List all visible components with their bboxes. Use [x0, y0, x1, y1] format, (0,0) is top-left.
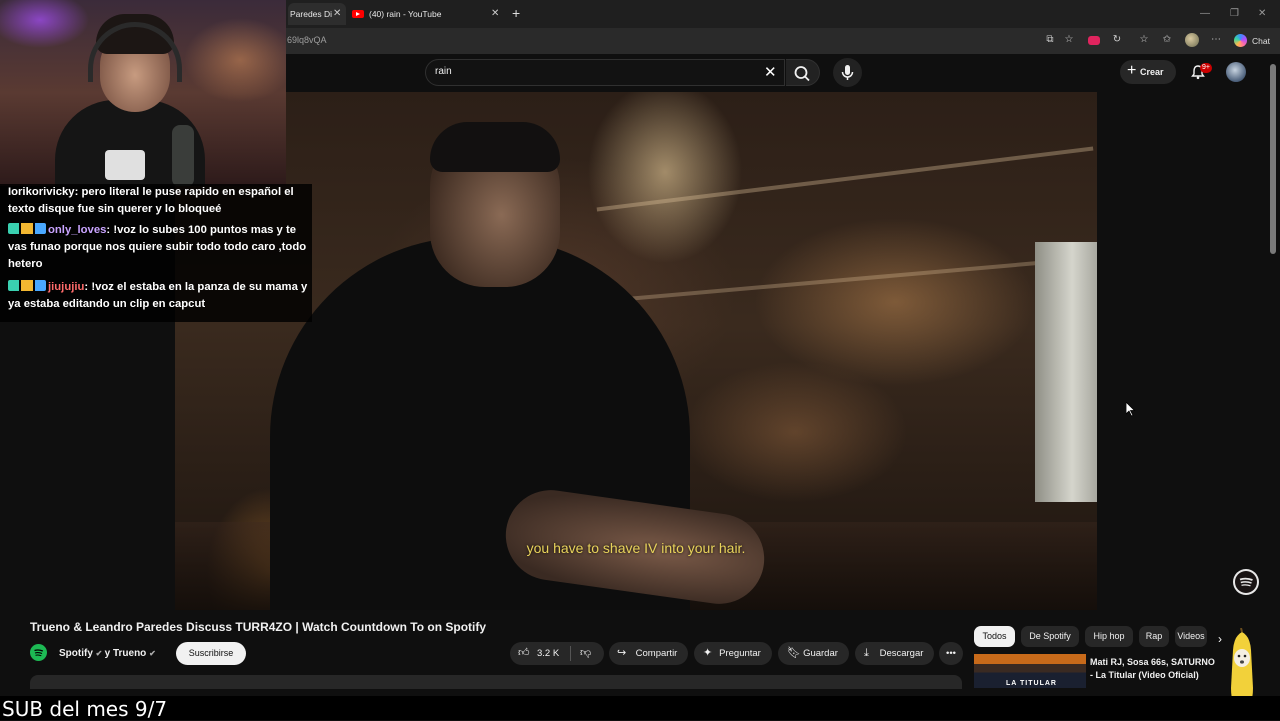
- ask-label: Preguntar: [719, 648, 761, 659]
- chip-rap[interactable]: Rap: [1139, 626, 1169, 647]
- recommendation-title[interactable]: Mati RJ, Sosa 66s, SATURNO - La Titular …: [1090, 656, 1220, 682]
- chip-hip-hop[interactable]: Hip hop: [1085, 626, 1133, 647]
- stream-footer-bar: [0, 696, 1280, 720]
- thumbs-down-icon[interactable]: 👎︎: [580, 642, 591, 665]
- minimize-button[interactable]: —: [1200, 8, 1210, 19]
- favorite-star-icon[interactable]: ☆: [1063, 34, 1075, 46]
- url-text[interactable]: 69lq8vQA: [287, 35, 327, 45]
- clear-search-icon[interactable]: ✕: [764, 63, 777, 81]
- video-frame-shelf: [615, 256, 1095, 302]
- chat-username: jiujujiu: [48, 281, 85, 293]
- notification-count-badge: 9+: [1200, 63, 1212, 73]
- channel-name-collab[interactable]: y Trueno: [105, 648, 147, 659]
- favorites-icon[interactable]: ☆: [1138, 34, 1150, 46]
- more-menu-icon[interactable]: ⋯: [1210, 34, 1222, 46]
- like-divider: [570, 646, 571, 661]
- youtube-favicon-icon: [352, 10, 364, 18]
- close-tab-icon[interactable]: ✕: [491, 8, 499, 19]
- mouse-cursor-icon: [1126, 402, 1136, 417]
- webcam-bottle: [172, 125, 194, 186]
- new-tab-button[interactable]: +: [512, 5, 520, 21]
- chip-videos[interactable]: Videos: [1175, 626, 1207, 647]
- save-button[interactable]: 🔖︎ Guardar: [778, 642, 849, 665]
- voice-search-button[interactable]: [833, 58, 862, 87]
- browser-profile-avatar[interactable]: [1185, 33, 1199, 47]
- chat-button[interactable]: Chat: [1252, 36, 1270, 46]
- share-label: Compartir: [635, 648, 678, 659]
- download-button[interactable]: ⤓ Descargar: [855, 642, 934, 665]
- split-screen-icon[interactable]: ⧉: [1044, 34, 1056, 46]
- share-button[interactable]: ↪ Compartir: [609, 642, 688, 665]
- webcam-shirt-print: [105, 150, 145, 180]
- like-count: 3.2 K: [537, 648, 560, 659]
- close-tab-icon[interactable]: ✕: [333, 8, 341, 19]
- chat-username: Iorikorivicky: [8, 186, 75, 198]
- video-frame-fridge: [1035, 242, 1097, 502]
- video-title: Trueno & Leandro Paredes Discuss TURR4ZO…: [30, 620, 487, 634]
- channel-name-spotify[interactable]: Spotify: [59, 648, 93, 659]
- copilot-icon[interactable]: [1234, 34, 1247, 47]
- refresh-extension-icon[interactable]: ↻: [1111, 34, 1123, 46]
- chat-message: Iorikorivicky: pero literal le puse rapi…: [8, 186, 294, 215]
- chat-message: only_loves: !voz lo subes 100 puntos mas…: [8, 223, 307, 270]
- like-button[interactable]: 👍︎ 3.2 K 👎︎: [510, 642, 604, 665]
- scrollbar-thumb[interactable]: [1270, 64, 1276, 254]
- verified-icon: ✔: [149, 649, 156, 658]
- chip-todos[interactable]: Todos: [974, 626, 1015, 647]
- search-query[interactable]: rain: [435, 66, 452, 77]
- bookmark-icon: 🔖︎: [787, 647, 801, 659]
- download-label: Descargar: [879, 648, 924, 659]
- account-avatar[interactable]: [1226, 62, 1246, 82]
- thumbnail-text: LA TITULAR: [1006, 680, 1057, 687]
- address-bar[interactable]: [286, 28, 1280, 54]
- download-icon: ⤓: [864, 647, 869, 659]
- video-player[interactable]: [175, 92, 1097, 610]
- spotify-logo-icon: [1233, 569, 1259, 595]
- chat-badges-icon: [8, 223, 46, 234]
- chat-message: jiujujiu: !voz el estaba en la panza de …: [8, 280, 308, 310]
- plus-icon: +: [1127, 62, 1137, 79]
- search-button[interactable]: [786, 59, 820, 86]
- video-frame-shelf: [596, 146, 1094, 212]
- chip-de-spotify[interactable]: De Spotify: [1021, 626, 1079, 647]
- share-arrow-icon: ↪: [617, 647, 627, 659]
- video-subtitle: you have to shave IV into your hair.: [526, 540, 746, 556]
- chat-badges-icon: [8, 280, 46, 291]
- chat-username: only_loves: [48, 224, 107, 236]
- collections-icon[interactable]: ✩: [1161, 34, 1173, 46]
- stream-chat-overlay: Iorikorivicky: pero literal le puse rapi…: [0, 184, 312, 322]
- microphone-icon: [841, 65, 854, 80]
- search-icon: [794, 66, 810, 82]
- video-frame-hair: [430, 122, 560, 172]
- ask-button[interactable]: ✦ Preguntar: [694, 642, 772, 665]
- description-box[interactable]: [30, 675, 962, 689]
- browser-tab-youtube[interactable]: (40) rain - YouTube: [349, 3, 503, 25]
- channel-name[interactable]: Spotify ✔ y Trueno ✔: [59, 648, 156, 659]
- thumbs-up-icon: 👍︎: [518, 647, 530, 659]
- search-input[interactable]: [425, 59, 785, 86]
- tab-label: (40) rain - YouTube: [369, 9, 442, 19]
- subscribe-button[interactable]: Suscribirse: [176, 642, 246, 665]
- sparkle-icon: ✦: [703, 647, 713, 659]
- create-label: Crear: [1140, 67, 1164, 77]
- maximize-button[interactable]: ❐: [1230, 8, 1239, 19]
- close-window-button[interactable]: ✕: [1258, 8, 1266, 19]
- save-label: Guardar: [803, 648, 838, 659]
- more-actions-button[interactable]: •••: [939, 642, 963, 665]
- channel-avatar[interactable]: [30, 644, 47, 661]
- tab-label: Paredes Di: [290, 9, 333, 19]
- extension-icon[interactable]: [1088, 36, 1100, 45]
- streamer-webcam: [0, 0, 286, 186]
- verified-icon: ✔: [95, 649, 105, 658]
- sub-of-month-text: SUB del mes 9/7: [2, 697, 168, 721]
